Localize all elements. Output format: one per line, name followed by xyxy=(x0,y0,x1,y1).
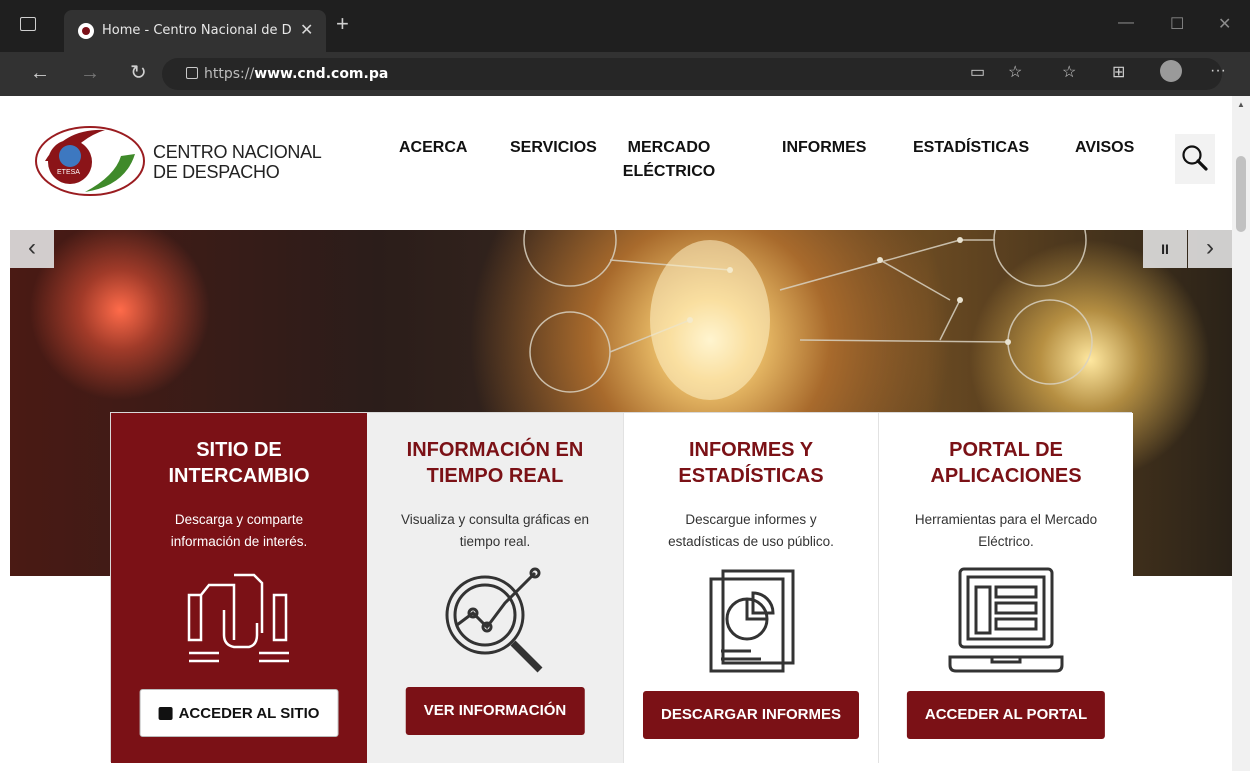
scrollbar-thumb[interactable] xyxy=(1236,156,1246,232)
favorites-icon[interactable]: ☆ xyxy=(1062,62,1076,82)
card-title: INFORMACIÓN EN TIEMPO REAL xyxy=(406,439,584,487)
forward-icon[interactable]: → xyxy=(80,62,100,84)
site-logo[interactable]: ETESA xyxy=(35,126,145,196)
window-close-icon[interactable]: ✕ xyxy=(1218,14,1231,34)
search-button[interactable] xyxy=(1175,134,1215,184)
favicon-icon xyxy=(78,23,94,39)
refresh-icon[interactable]: ↻ xyxy=(130,62,147,84)
profile-avatar-icon[interactable] xyxy=(1160,60,1182,82)
menu-item-mercado-electrico[interactable]: MERCADO ELÉCTRICO xyxy=(614,136,724,184)
browser-tab-bar: Home - Centro Nacional de Despacho ✕ + —… xyxy=(0,0,1250,52)
card-description: Descargue informes y estadísticas de uso … xyxy=(668,512,834,549)
minimize-icon[interactable]: — xyxy=(1118,14,1134,32)
browser-tab[interactable]: Home - Centro Nacional de Despacho ✕ xyxy=(64,10,326,52)
card-title: INFORMES Y ESTADÍSTICAS xyxy=(678,439,824,487)
card-description: Herramientas para el Mercado Eléctrico. xyxy=(914,512,1098,549)
favorite-add-icon[interactable]: ☆ xyxy=(1008,62,1022,82)
tab-actions-icon[interactable] xyxy=(20,17,36,31)
more-icon[interactable]: ··· xyxy=(1210,62,1226,80)
slider-prev-button[interactable]: ‹ xyxy=(10,230,54,268)
tab-title: Home - Centro Nacional de Despacho xyxy=(102,23,292,38)
ver-informacion-button[interactable]: VER INFORMACIÓN xyxy=(405,687,585,735)
menu-item-avisos[interactable]: AVISOS xyxy=(1075,136,1134,160)
card-informacion-tiempo-real: INFORMACIÓN EN TIEMPO REAL Visualiza y co… xyxy=(367,413,623,763)
acceder-sitio-button[interactable]: ACCEDER AL SITIO xyxy=(139,689,339,737)
web-page: ETESA CENTRO NACIONAL DE DESPACHO ACERCA… xyxy=(10,96,1232,771)
tab-close-icon[interactable]: ✕ xyxy=(300,20,313,40)
card-title: PORTAL DE APLICACIONES xyxy=(930,439,1082,487)
url-text: https://www.cnd.com.pa xyxy=(204,66,389,82)
new-tab-icon[interactable]: + xyxy=(336,13,349,35)
brand-name: CENTRO NACIONAL DE DESPACHO xyxy=(153,142,322,182)
card-title: SITIO DE INTERCAMBIO xyxy=(168,439,310,487)
page-scrollbar[interactable]: ▲ xyxy=(1232,96,1250,771)
service-cards: SITIO DE INTERCAMBIO Descarga y comparte i… xyxy=(110,412,1133,763)
slider-next-button[interactable]: › xyxy=(1188,230,1232,268)
card-informes-estadisticas: INFORMES Y ESTADÍSTICAS Descargue informe… xyxy=(623,413,878,763)
back-icon[interactable]: ← xyxy=(30,62,50,84)
card-description: Visualiza y consulta gráficas en tiempo r… xyxy=(400,512,590,549)
magnifier-chart-icon xyxy=(445,567,543,673)
browser-toolbar: ← → ↻ https://www.cnd.com.pa ▭ ☆ ☆ ⊞ ··· xyxy=(0,52,1250,96)
logo-text: ETESA xyxy=(57,169,80,176)
report-pie-chart-icon xyxy=(709,569,795,673)
descargar-informes-button[interactable]: DESCARGAR INFORMES xyxy=(642,691,860,739)
document-exchange-icon xyxy=(187,573,289,663)
search-icon xyxy=(1182,145,1208,171)
menu-item-acerca[interactable]: ACERCA xyxy=(399,136,467,160)
card-sitio-intercambio: SITIO DE INTERCAMBIO Descarga y comparte i… xyxy=(111,413,367,763)
maximize-icon[interactable]: ☐ xyxy=(1170,14,1184,34)
reader-view-icon[interactable]: ▭ xyxy=(970,62,985,82)
card-portal-aplicaciones: PORTAL DE APLICACIONES Herramientas para … xyxy=(878,413,1133,763)
slider-pause-button[interactable]: II xyxy=(1143,230,1187,268)
acceder-portal-button[interactable]: ACCEDER AL PORTAL xyxy=(906,691,1106,739)
menu-item-estadisticas[interactable]: ESTADÍSTICAS xyxy=(913,136,1029,160)
lock-icon xyxy=(158,707,173,720)
card-description: Descarga y comparte información de interé… xyxy=(170,512,308,549)
menu-item-informes[interactable]: INFORMES xyxy=(782,136,866,160)
laptop-app-icon xyxy=(948,567,1064,673)
menu-item-servicios[interactable]: SERVICIOS xyxy=(510,136,597,160)
lock-icon xyxy=(186,67,198,79)
scroll-up-icon[interactable]: ▲ xyxy=(1237,100,1245,109)
collections-icon[interactable]: ⊞ xyxy=(1112,62,1125,82)
